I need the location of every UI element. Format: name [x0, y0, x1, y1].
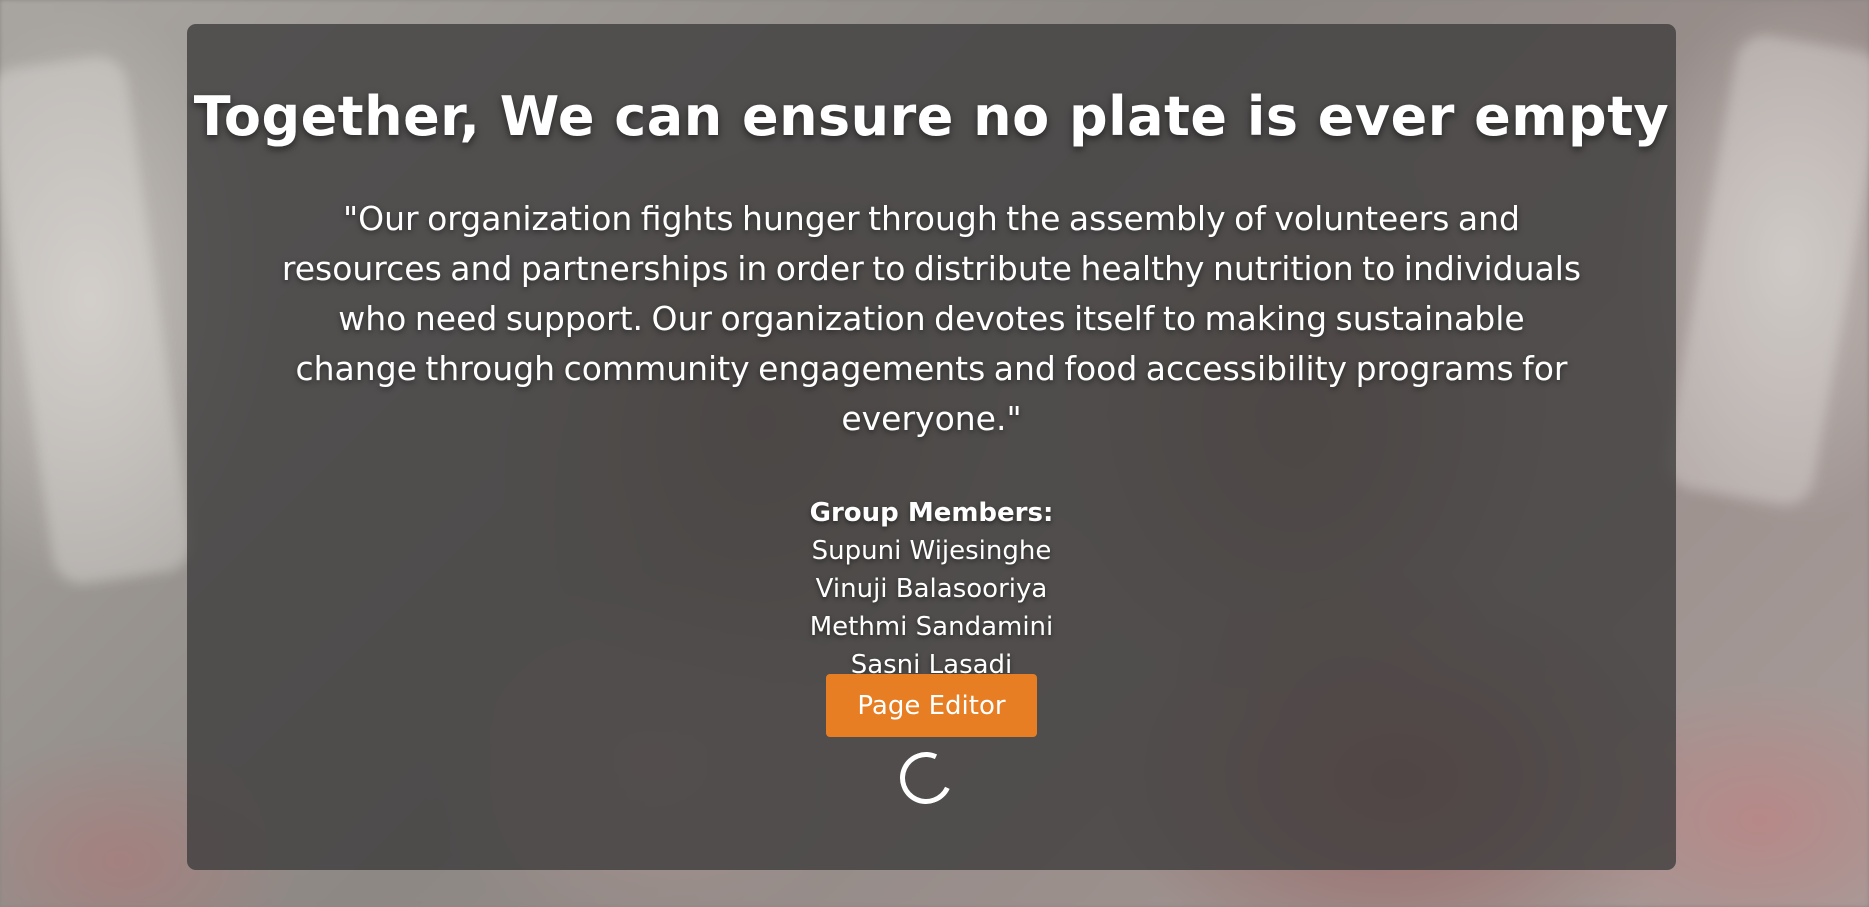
- member-name: Vinuji Balasooriya: [815, 574, 1048, 604]
- mission-line: everyone.": [841, 399, 1022, 438]
- group-members-heading: Group Members:: [809, 498, 1054, 528]
- mission-statement: "Our organization fights hunger through …: [197, 194, 1666, 444]
- page-title: Together, We can ensure no plate is ever…: [193, 85, 1670, 148]
- loading-spinner-icon: [892, 744, 960, 812]
- page: Together, We can ensure no plate is ever…: [0, 0, 1869, 907]
- member-name: Supuni Wijesinghe: [811, 536, 1052, 566]
- hero-card: Together, We can ensure no plate is ever…: [187, 24, 1676, 870]
- mission-line: "Our organization fights hunger through …: [342, 199, 1520, 238]
- page-editor-button[interactable]: Page Editor: [826, 674, 1037, 737]
- mission-line: resources and partnerships in order to d…: [281, 249, 1582, 288]
- group-members: Group Members: Supuni Wijesinghe Vinuji …: [187, 494, 1676, 684]
- mission-line: change through community engagements and…: [295, 349, 1568, 388]
- mission-line: who need support. Our organization devot…: [338, 299, 1525, 338]
- member-name: Methmi Sandamini: [809, 612, 1054, 642]
